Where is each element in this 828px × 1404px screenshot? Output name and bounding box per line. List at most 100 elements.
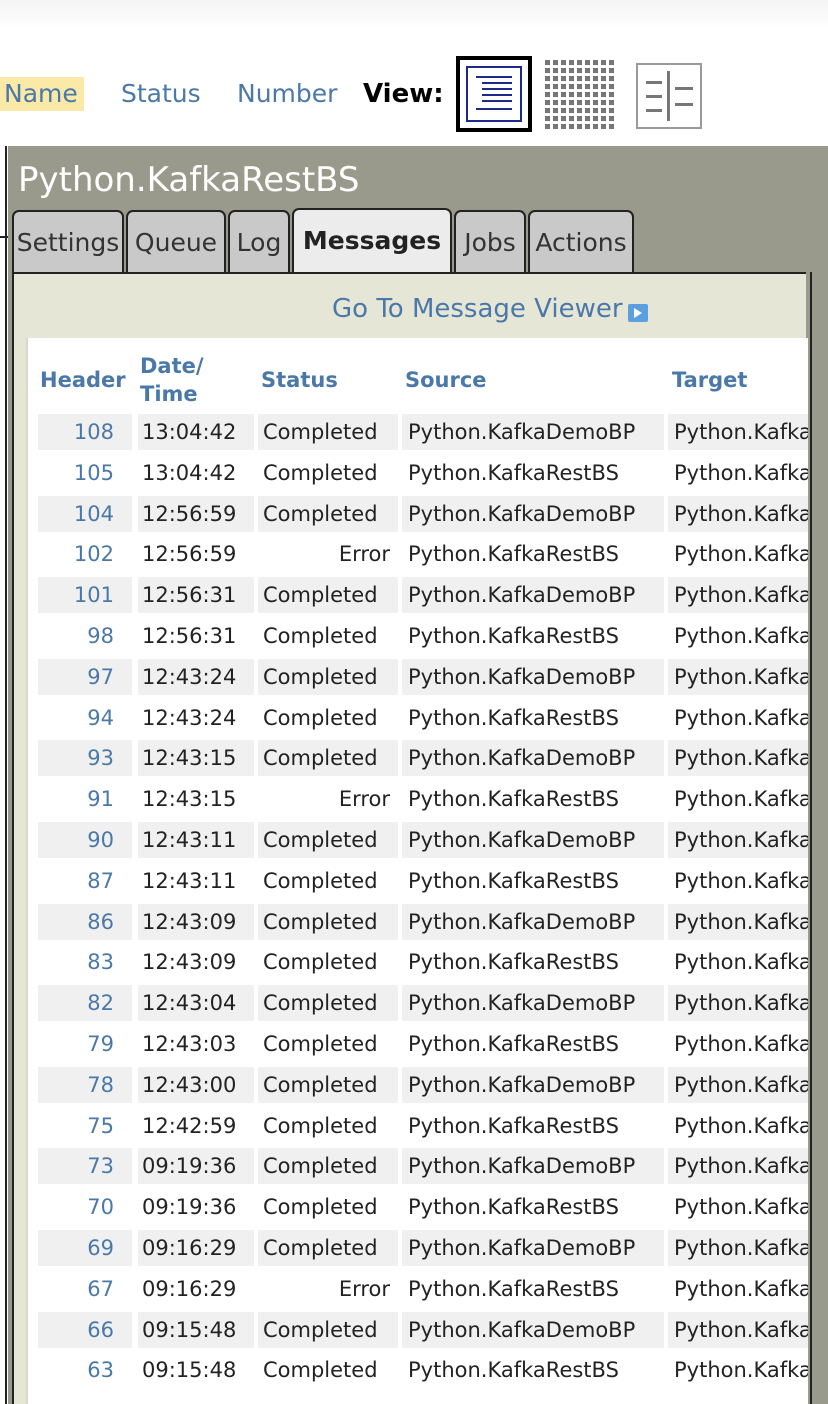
- status-cell: Completed: [263, 1114, 378, 1138]
- time-cell: 12:43:03: [142, 1032, 237, 1056]
- header-cell[interactable]: 90: [38, 822, 132, 858]
- target-cell: Python.KafkaRestBS: [668, 1230, 808, 1266]
- messages-table: Header Date/ Time Status Source Target 1…: [26, 338, 808, 1404]
- grid-view-icon[interactable]: [545, 60, 617, 132]
- column-header-header[interactable]: Header: [40, 366, 126, 394]
- status-cell: Completed: [258, 1230, 398, 1266]
- status-cell: Completed: [263, 624, 378, 648]
- header-cell[interactable]: 101: [38, 577, 132, 613]
- column-header-datetime[interactable]: Date/ Time: [140, 352, 204, 408]
- split-view-icon[interactable]: [636, 63, 702, 129]
- tab-settings[interactable]: Settings: [12, 210, 124, 272]
- sort-by-number-link[interactable]: Number: [237, 77, 337, 111]
- header-cell[interactable]: 79: [38, 1026, 132, 1062]
- header-cell[interactable]: 83: [38, 944, 132, 980]
- target-cell: Python.KafkaDemoBP: [674, 1032, 808, 1056]
- header-cell[interactable]: 75: [38, 1108, 132, 1144]
- target-cell: Python.KafkaRestBS: [668, 985, 808, 1021]
- time-cell: 12:43:24: [138, 659, 254, 695]
- host-panel: Python.KafkaRestBS Settings Queue Log Me…: [8, 146, 828, 1404]
- target-cell: Python.KafkaRestBS: [668, 1067, 808, 1103]
- source-cell: Python.KafkaDemoBP: [402, 1230, 664, 1266]
- left-divider: [5, 146, 7, 1404]
- status-cell: Completed: [258, 740, 398, 776]
- arrow-right-icon[interactable]: [628, 304, 648, 322]
- time-cell: 09:16:29: [142, 1277, 237, 1301]
- header-cell[interactable]: 93: [38, 740, 132, 776]
- header-cell[interactable]: 91: [38, 781, 132, 817]
- header-cell[interactable]: 87: [38, 863, 132, 899]
- source-cell: Python.KafkaDemoBP: [402, 904, 664, 940]
- status-cell: Completed: [263, 869, 378, 893]
- target-cell: Python.KafkaRestBS: [668, 659, 808, 695]
- column-header-target[interactable]: Target: [672, 366, 747, 394]
- time-cell: 12:43:15: [142, 787, 237, 811]
- column-header-datetime-line1: Date/: [140, 354, 204, 378]
- column-header-status[interactable]: Status: [261, 366, 338, 394]
- status-cell: Completed: [258, 414, 398, 450]
- column-header-source[interactable]: Source: [405, 366, 487, 394]
- time-cell: 12:43:00: [138, 1067, 254, 1103]
- header-cell[interactable]: 67: [38, 1271, 132, 1307]
- content-right-edge: [810, 272, 812, 1404]
- status-cell: Completed: [263, 1358, 378, 1382]
- header-cell[interactable]: 98: [38, 618, 132, 654]
- target-cell: Python.KafkaDemoBP: [674, 1114, 808, 1138]
- target-cell: Python.KafkaDemoBP: [674, 787, 808, 811]
- header-cell[interactable]: 73: [38, 1148, 132, 1184]
- target-cell: Python.KafkaRestBS: [668, 414, 808, 450]
- source-cell: Python.KafkaDemoBP: [402, 577, 664, 613]
- time-cell: 12:43:15: [138, 740, 254, 776]
- time-cell: 13:04:42: [138, 414, 254, 450]
- status-cell: Completed: [258, 904, 398, 940]
- source-cell: Python.KafkaRestBS: [408, 1114, 619, 1138]
- status-cell: Completed: [258, 985, 398, 1021]
- source-cell: Python.KafkaRestBS: [408, 542, 619, 566]
- source-cell: Python.KafkaDemoBP: [402, 414, 664, 450]
- header-cell[interactable]: 63: [38, 1352, 132, 1388]
- header-cell[interactable]: 102: [38, 536, 132, 572]
- status-cell: Completed: [263, 950, 378, 974]
- source-cell: Python.KafkaDemoBP: [402, 496, 664, 532]
- status-cell: Completed: [258, 1067, 398, 1103]
- source-cell: Python.KafkaDemoBP: [402, 985, 664, 1021]
- target-cell: Python.KafkaDemoBP: [674, 624, 808, 648]
- time-cell: 12:56:31: [142, 624, 237, 648]
- sort-by-name-link[interactable]: Name: [0, 77, 84, 111]
- header-cell[interactable]: 108: [38, 414, 132, 450]
- header-cell[interactable]: 82: [38, 985, 132, 1021]
- tab-queue[interactable]: Queue: [126, 210, 226, 272]
- header-cell[interactable]: 105: [38, 455, 132, 491]
- target-cell: Python.KafkaRestBS: [668, 740, 808, 776]
- tab-jobs[interactable]: Jobs: [454, 210, 526, 272]
- header-cell[interactable]: 97: [38, 659, 132, 695]
- header-cell[interactable]: 70: [38, 1189, 132, 1225]
- go-to-message-viewer-link[interactable]: Go To Message Viewer: [332, 294, 623, 324]
- target-cell: Python.KafkaDemoBP: [674, 950, 808, 974]
- header-cell[interactable]: 104: [38, 496, 132, 532]
- header-cell[interactable]: 94: [38, 700, 132, 736]
- target-cell: Python.KafkaDemoBP: [674, 1358, 808, 1382]
- target-cell: Python.KafkaDemoBP: [674, 706, 808, 730]
- source-cell: Python.KafkaDemoBP: [402, 659, 664, 695]
- status-cell: Completed: [258, 1148, 398, 1184]
- source-cell: Python.KafkaRestBS: [408, 1195, 619, 1219]
- tab-actions[interactable]: Actions: [528, 210, 634, 272]
- status-cell: Error: [338, 787, 390, 811]
- source-cell: Python.KafkaDemoBP: [402, 1312, 664, 1348]
- time-cell: 09:16:29: [138, 1230, 254, 1266]
- time-cell: 12:56:59: [138, 496, 254, 532]
- time-cell: 12:43:24: [142, 706, 237, 730]
- tab-messages[interactable]: Messages: [292, 208, 452, 274]
- source-cell: Python.KafkaRestBS: [408, 869, 619, 893]
- source-cell: Python.KafkaRestBS: [408, 461, 619, 485]
- target-cell: Python.KafkaRestBS: [668, 1148, 808, 1184]
- header-cell[interactable]: 66: [38, 1312, 132, 1348]
- tab-log[interactable]: Log: [228, 210, 290, 272]
- header-cell[interactable]: 78: [38, 1067, 132, 1103]
- source-cell: Python.KafkaDemoBP: [402, 1148, 664, 1184]
- list-view-icon[interactable]: [456, 56, 532, 132]
- header-cell[interactable]: 86: [38, 904, 132, 940]
- sort-by-status-link[interactable]: Status: [121, 77, 201, 111]
- header-cell[interactable]: 69: [38, 1230, 132, 1266]
